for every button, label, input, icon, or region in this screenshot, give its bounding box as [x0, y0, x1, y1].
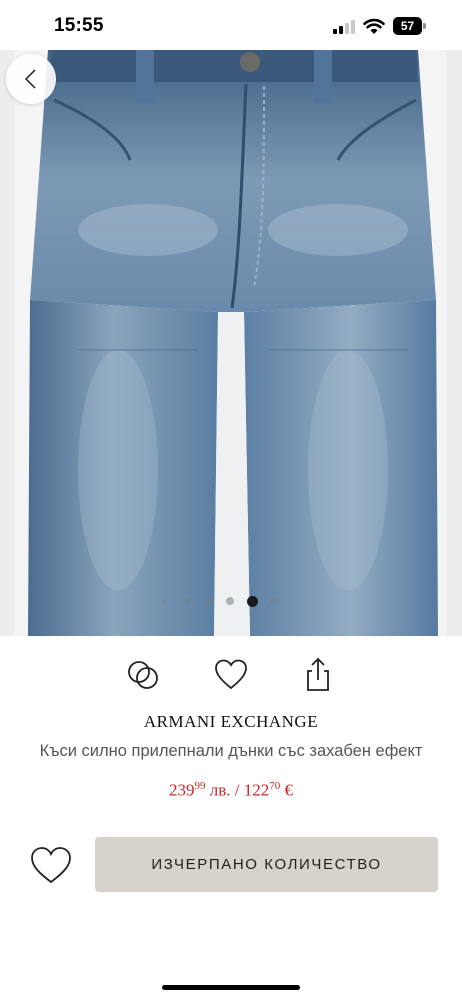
carousel-indicator	[160, 594, 280, 608]
share-icon	[307, 657, 329, 691]
battery-level: 57	[393, 17, 422, 35]
heart-icon	[31, 847, 71, 884]
heart-icon	[215, 659, 247, 690]
price-eur-cents: 70	[269, 780, 281, 792]
carousel-dot[interactable]	[226, 597, 234, 605]
status-time: 15:55	[54, 15, 104, 36]
product-title: Къси силно прилепнали дънки със захабен …	[39, 742, 423, 760]
status-bar: 15:55 57	[0, 0, 462, 50]
carousel-dot[interactable]	[162, 598, 167, 604]
battery-icon: 57	[393, 17, 427, 35]
product-image-carousel[interactable]	[0, 50, 462, 636]
signal-icon	[333, 19, 355, 34]
price-separator: /	[234, 780, 240, 800]
price: 23999 лв. / 12270 €	[0, 780, 462, 801]
previous-image-peek	[0, 50, 14, 636]
compare-button[interactable]	[123, 655, 163, 695]
chevron-left-icon	[24, 69, 36, 89]
share-button[interactable]	[298, 655, 338, 695]
out-of-stock-button[interactable]: ИЗЧЕРПАНО КОЛИЧЕСТВО	[95, 837, 438, 892]
carousel-dot[interactable]	[205, 597, 213, 605]
brand-name[interactable]: ARMANI EXCHANGE	[0, 712, 462, 732]
wifi-icon	[363, 17, 385, 35]
price-eur-currency: €	[284, 780, 294, 800]
back-button[interactable]	[6, 54, 56, 104]
price-bgn-currency: лв.	[209, 780, 231, 800]
product-photo	[18, 50, 444, 636]
next-image-peek	[446, 50, 462, 636]
wishlist-button[interactable]	[211, 655, 251, 695]
carousel-dot[interactable]	[270, 598, 276, 604]
home-indicator	[162, 985, 300, 990]
carousel-dot-active[interactable]	[247, 595, 258, 607]
carousel-dot[interactable]	[184, 598, 190, 604]
compare-circles-icon	[128, 661, 158, 689]
price-bgn-main: 239	[169, 780, 195, 800]
price-bgn-cents: 99	[194, 780, 206, 792]
add-to-wishlist-button[interactable]	[28, 843, 74, 887]
price-eur-main: 122	[243, 780, 270, 800]
